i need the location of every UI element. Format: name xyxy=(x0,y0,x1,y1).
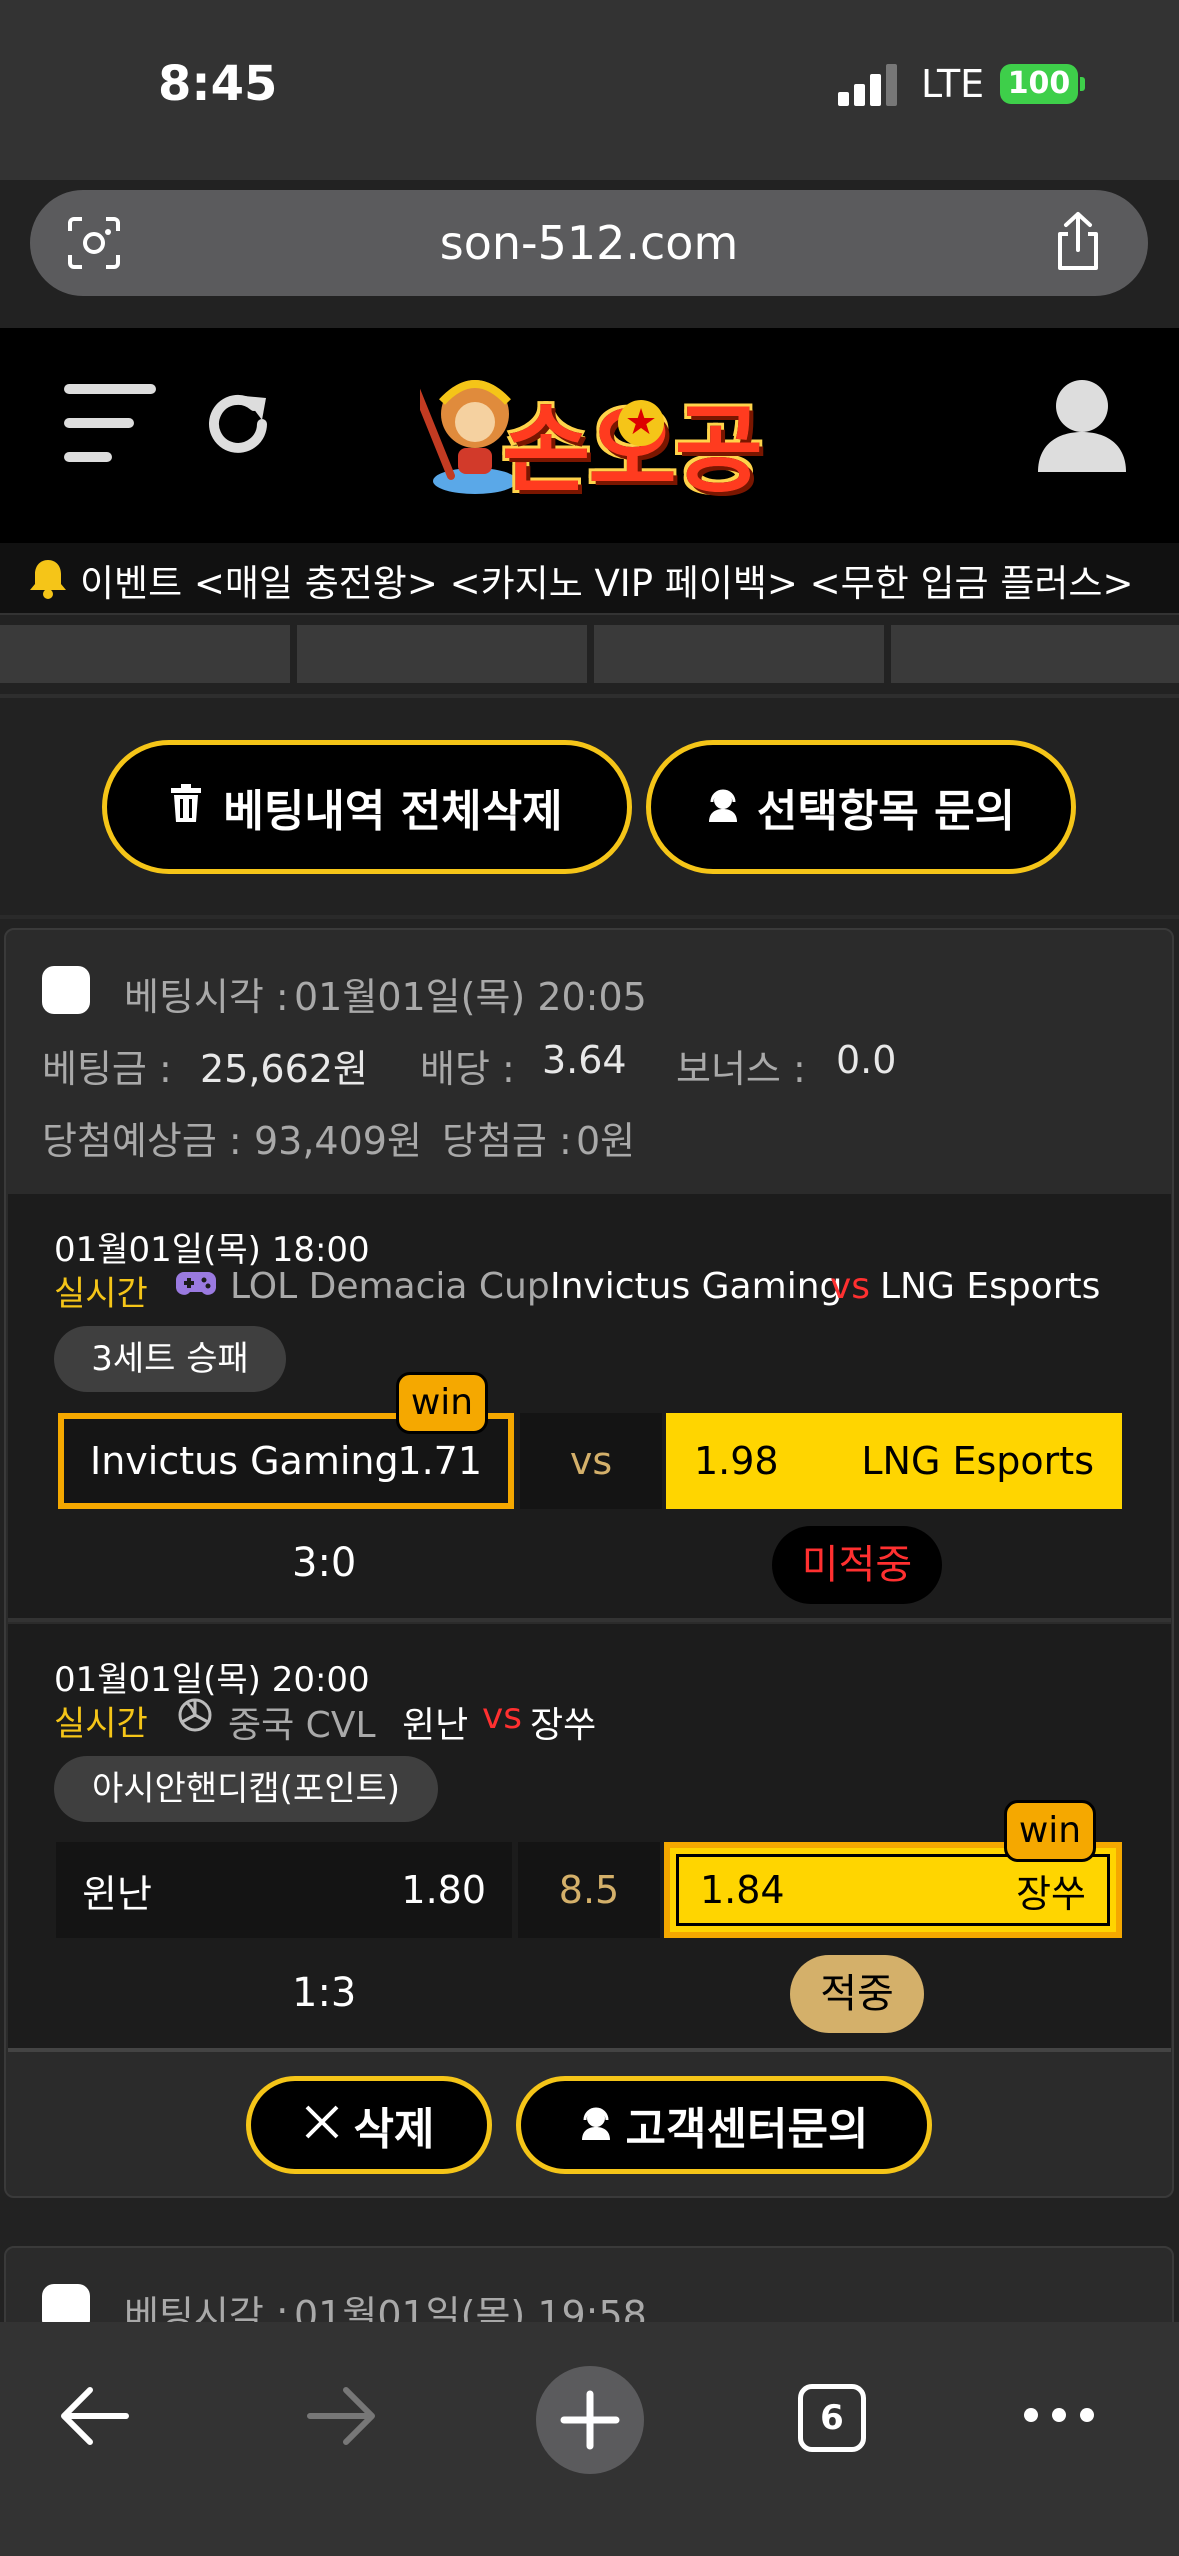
away-team: LNG Esports xyxy=(880,1266,1101,1307)
divider xyxy=(8,1618,1171,1622)
home-odds-button[interactable]: 윈난 1.80 xyxy=(56,1842,512,1938)
draw-vs-box: vs xyxy=(520,1413,662,1509)
delete-label: 삭제 xyxy=(353,2104,435,2155)
bet-amount-label: 베팅금 : xyxy=(42,1047,172,1091)
expected-win-label: 당첨예상금 : xyxy=(42,1119,242,1163)
home-team: 윈난 xyxy=(402,1705,469,1746)
market-chip: 아시안핸디캡(포인트) xyxy=(54,1756,438,1822)
headset-icon xyxy=(707,782,739,833)
network-type: LTE xyxy=(921,62,985,106)
category-tab[interactable] xyxy=(594,625,884,683)
bet-amount-value: 25,662원 xyxy=(200,1047,368,1091)
vs-label: vs xyxy=(830,1266,871,1307)
live-label: 실시간 xyxy=(54,1274,148,1314)
user-account-icon[interactable] xyxy=(1036,378,1128,474)
headset-icon xyxy=(580,2100,612,2151)
match-datetime: 01월01일(목) 18:00 xyxy=(54,1230,370,1270)
bet-bonus-value: 0.0 xyxy=(836,1038,897,1082)
delete-all-label: 베팅내역 전체삭제 xyxy=(223,786,563,837)
bet-odds-value: 3.64 xyxy=(542,1038,627,1082)
share-icon[interactable] xyxy=(1050,210,1106,274)
divider xyxy=(0,694,1179,698)
match-score: 1:3 xyxy=(292,1970,357,2016)
address-bar[interactable]: son-512.com xyxy=(30,190,1148,296)
delete-bet-button[interactable]: 삭제 xyxy=(246,2076,492,2174)
vs-label: vs xyxy=(482,1696,523,1737)
bell-icon xyxy=(26,556,70,600)
win-badge: win xyxy=(396,1372,488,1434)
home-odds: 1.71 xyxy=(397,1439,482,1483)
away-team-name: LNG Esports xyxy=(861,1439,1094,1483)
refresh-icon[interactable] xyxy=(198,384,278,464)
away-odds-button[interactable]: 1.98 LNG Esports xyxy=(666,1413,1122,1509)
win-amount-label: 당첨금 : xyxy=(442,1119,572,1163)
live-label: 실시간 xyxy=(54,1704,148,1744)
battery-icon: 100 xyxy=(1000,64,1078,104)
divider xyxy=(8,2048,1171,2052)
bet-bonus-label: 보너스 : xyxy=(676,1047,806,1091)
cellular-signal-icon xyxy=(838,62,898,106)
bet-select-checkbox[interactable] xyxy=(42,966,90,1014)
category-tab[interactable] xyxy=(891,625,1179,683)
result-text: 적중 xyxy=(820,1971,894,2017)
home-team-name: Invictus Gaming xyxy=(90,1439,399,1483)
menu-icon[interactable] xyxy=(64,384,156,464)
inquiry-label: 선택항목 문의 xyxy=(756,786,1016,837)
status-bar: 8:45 LTE 100 xyxy=(0,0,1179,180)
new-tab-button[interactable] xyxy=(536,2366,644,2474)
bet-time-value: 01월01일(목) 20:05 xyxy=(294,975,647,1019)
away-odds: 1.98 xyxy=(694,1439,779,1483)
customer-center-button[interactable]: 고객센터문의 xyxy=(516,2076,932,2174)
clock: 8:45 xyxy=(158,56,278,112)
delete-all-history-button[interactable]: 베팅내역 전체삭제 xyxy=(102,740,632,874)
handicap-line-box: 8.5 xyxy=(518,1842,660,1938)
home-odds: 1.80 xyxy=(401,1868,486,1912)
match-datetime: 01월01일(목) 20:00 xyxy=(54,1660,370,1700)
url-text[interactable]: son-512.com xyxy=(30,190,1148,296)
support-label: 고객센터문의 xyxy=(625,2104,869,2155)
logo-star-icon: ★ xyxy=(618,400,664,446)
league-name: 중국 CVL xyxy=(228,1705,376,1746)
site-header: 손오공 ★ xyxy=(0,328,1179,543)
close-icon xyxy=(304,2100,340,2151)
home-team: Invictus Gaming xyxy=(550,1266,843,1307)
bet-odds-label: 배당 : xyxy=(420,1047,515,1091)
home-team-name: 윈난 xyxy=(82,1871,152,1916)
tab-count: 6 xyxy=(820,2398,844,2438)
away-team: 장쑤 xyxy=(530,1705,597,1746)
bet-time-label: 베팅시각 : xyxy=(124,975,289,1019)
match-score: 3:0 xyxy=(292,1540,357,1586)
back-arrow-icon[interactable] xyxy=(58,2384,130,2448)
battery-tip xyxy=(1080,77,1085,91)
result-text: 미적중 xyxy=(801,1542,913,1588)
category-tab[interactable] xyxy=(297,625,587,683)
site-logo[interactable]: 손오공 ★ xyxy=(420,356,763,506)
volleyball-icon xyxy=(178,1698,212,1732)
expected-win-value: 93,409원 xyxy=(254,1119,422,1163)
away-team-name: 장쑤 xyxy=(1016,1871,1086,1916)
browser-toolbar: 6 xyxy=(0,2322,1179,2556)
middle-label: 8.5 xyxy=(558,1868,620,1912)
ticker-text: 이벤트 <매일 충전왕> <카지노 VIP 페이백> <무한 입금 플러스> xyxy=(80,562,1134,605)
away-odds: 1.84 xyxy=(700,1868,785,1912)
tabs-icon[interactable]: 6 xyxy=(798,2384,866,2452)
win-badge: win xyxy=(1004,1800,1096,1862)
result-badge-won: 적중 xyxy=(790,1955,924,2033)
middle-label: vs xyxy=(569,1439,613,1483)
more-options-icon[interactable] xyxy=(1024,2408,1096,2424)
league-name: LOL Demacia Cup xyxy=(230,1266,550,1307)
inquiry-selected-button[interactable]: 선택항목 문의 xyxy=(646,740,1076,874)
win-amount-value: 0원 xyxy=(576,1119,636,1163)
category-tab[interactable] xyxy=(0,625,290,683)
result-badge-lost: 미적중 xyxy=(772,1526,942,1604)
event-ticker[interactable]: 이벤트 <매일 충전왕> <카지노 VIP 페이백> <무한 입금 플러스> xyxy=(0,543,1179,615)
divider xyxy=(0,915,1179,919)
trash-icon xyxy=(171,782,202,833)
esports-gamepad-icon xyxy=(176,1270,216,1298)
market-chip: 3세트 승패 xyxy=(54,1326,286,1392)
forward-arrow-icon[interactable] xyxy=(306,2384,378,2448)
